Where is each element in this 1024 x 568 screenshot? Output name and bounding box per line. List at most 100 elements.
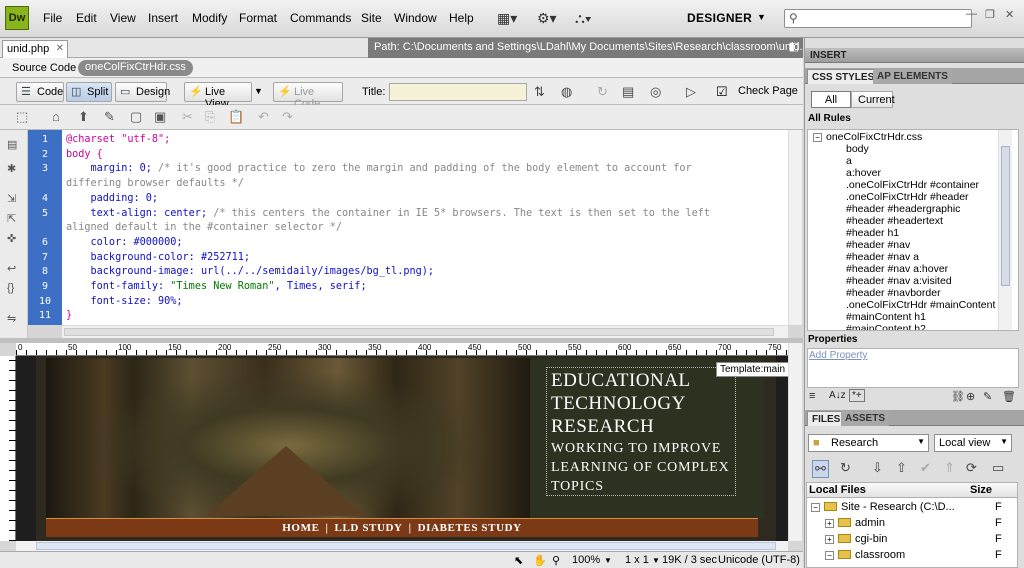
live-view-button[interactable]: ⚡ Live View [184,82,252,110]
chevron-down-icon[interactable]: ▼ [652,556,660,565]
alpha-sort-icon[interactable]: A↓z [829,390,846,401]
menu-edit[interactable]: Edit [76,11,97,25]
css-rule[interactable]: #header #nav [846,239,910,251]
window-size[interactable]: 1 x 1 [625,554,649,566]
split-view-button[interactable]: ◫ Split [66,82,112,102]
preview-browser-icon[interactable]: ◍ [561,84,572,100]
scroll-thumb[interactable] [1001,146,1010,286]
check-in-icon[interactable]: ⇑ [944,460,955,476]
code-line[interactable]: body { [66,149,103,160]
close-tab-icon[interactable]: ✕ [56,43,64,54]
menu-insert[interactable]: Insert [148,11,178,25]
file-row-admin[interactable]: + admin [825,517,885,529]
source-code-tab[interactable]: Source Code [12,62,76,74]
code-line[interactable]: margin: 0; /* it's good practice to zero… [66,163,692,174]
local-files-column[interactable]: Local Files [809,484,866,496]
menu-commands[interactable]: Commands [290,11,351,25]
menu-modify[interactable]: Modify [192,11,227,25]
hand-tool-icon[interactable]: ✋ [533,554,547,567]
validate-icon[interactable]: ▷ [686,84,696,100]
refresh-icon[interactable]: ↻ [597,84,608,100]
current-rules-button[interactable]: Current [851,91,895,108]
code-line[interactable]: } [66,310,72,321]
code-line[interactable]: font-family: "Times New Roman", Times, s… [66,281,367,292]
cut-icon[interactable]: ✂ [182,109,193,125]
tab-assets[interactable]: ASSETS [841,411,890,426]
tab-css-styles[interactable]: CSS STYLES [807,69,880,84]
css-rule[interactable]: .oneColFixCtrHdr #mainContent [846,299,995,311]
css-rules-tree[interactable]: − oneColFixCtrHdr.css body a a:hover .one… [807,129,1019,331]
code-vertical-scrollbar[interactable] [788,130,802,325]
code-line[interactable]: @charset "utf-8"; [66,134,170,145]
collapse-icon[interactable]: − [813,133,822,142]
gear-icon[interactable]: ⚙▾ [537,10,557,27]
css-rule[interactable]: a:hover [846,167,881,179]
css-rule[interactable]: #header h1 [846,227,899,239]
attach-stylesheet-icon[interactable]: ⛓ [951,390,965,403]
collapse-tag-icon[interactable]: ✱ [7,162,16,175]
redo-icon[interactable]: ↷ [282,109,293,125]
category-view-icon[interactable]: ≡ [809,390,815,402]
title-input[interactable] [389,83,527,101]
size-column[interactable]: Size [970,484,992,496]
code-line[interactable]: color: #000000; [66,237,183,248]
new-rule-icon[interactable]: ⊕ [966,390,975,403]
css-rule[interactable]: a [846,155,852,167]
connect-icon[interactable]: ⚯ [812,460,829,478]
related-css-file[interactable]: oneColFixCtrHdr.css [78,60,193,76]
upload-icon[interactable]: ⬆ [78,109,89,125]
code-line[interactable]: text-align: center; /* this centers the … [66,208,711,219]
tab-ap-elements[interactable]: AP ELEMENTS [873,69,952,84]
zoom-select[interactable]: 100% [572,554,600,566]
add-property-link[interactable]: Add Property [809,350,867,361]
design-view[interactable]: EDUCATIONAL TECHNOLOGY RESEARCH WORKING … [16,356,788,541]
code-horizontal-scrollbar[interactable] [62,325,788,338]
scroll-thumb[interactable] [36,542,776,550]
css-rule[interactable]: .oneColFixCtrHdr #container [846,179,979,191]
menu-window[interactable]: Window [394,11,437,25]
live-code-button[interactable]: ⚡ Live Code [273,82,343,110]
css-rule[interactable]: #header #nav a [846,251,919,263]
help-search-input[interactable]: ⚲ [784,9,972,28]
design-horizontal-scrollbar[interactable] [16,541,788,551]
code-line[interactable]: background-color: #252711; [66,252,250,263]
set-properties-icon[interactable]: *+ [849,389,865,402]
collapse-icon[interactable]: − [811,503,820,512]
synchronize-icon[interactable]: ⟳ [966,460,977,476]
css-rule[interactable]: body [846,143,869,155]
new-file-icon[interactable]: ⬚ [16,109,28,125]
file-row-classroom[interactable]: − classroom [825,549,905,561]
template-tag[interactable]: Template:main [716,362,788,377]
site-select[interactable]: ■ Research ▼ [808,434,929,452]
visual-aids-icon[interactable]: ◎ [650,84,661,100]
put-files-icon[interactable]: ⇧ [896,460,907,476]
menu-view[interactable]: View [110,11,136,25]
design-view-button[interactable]: ▭ Design [115,82,170,102]
file-management-icon[interactable]: ⇅ [534,84,545,100]
all-rules-button[interactable]: All [811,91,851,108]
chevron-down-icon[interactable]: ▼ [757,12,766,22]
edit-rule-icon[interactable]: ✎ [983,390,992,403]
copy-file-icon[interactable]: ▣ [154,109,166,125]
css-rule[interactable]: #header #navborder [846,287,941,299]
menu-file[interactable]: File [43,11,62,25]
expand-icon[interactable]: + [825,519,834,528]
collapse-selection-icon[interactable]: ⇲ [7,192,16,205]
zoom-tool-icon[interactable]: ⚲ [552,554,560,567]
menu-help[interactable]: Help [449,11,474,25]
panel-toggle-icon[interactable]: ◧ [789,40,799,53]
nav-link-diabetes-study[interactable]: DIABETES STUDY [418,522,522,534]
code-line[interactable]: background-image: url(../../semidaily/im… [66,266,434,277]
open-documents-icon[interactable]: ▤ [7,138,17,151]
document-tab[interactable]: unid.php ✕ [2,40,68,58]
refresh-icon[interactable]: ↻ [840,460,851,476]
code-line[interactable]: padding: 0; [66,193,158,204]
expand-all-icon[interactable]: ⇱ [7,212,16,225]
site-icon[interactable]: ⛬▾ [575,10,592,27]
menu-site[interactable]: Site [361,11,382,25]
site-subtitle[interactable]: WORKING TO IMPROVE LEARNING OF COMPLEX T… [551,439,771,496]
code-editor[interactable]: @charset "utf-8"; body { margin: 0; /* it… [62,130,788,325]
braces-icon[interactable]: {} [7,282,14,294]
local-files-list[interactable]: Local Files Size − Site - Research (C:\D.… [806,482,1018,568]
expand-icon[interactable]: + [825,535,834,544]
